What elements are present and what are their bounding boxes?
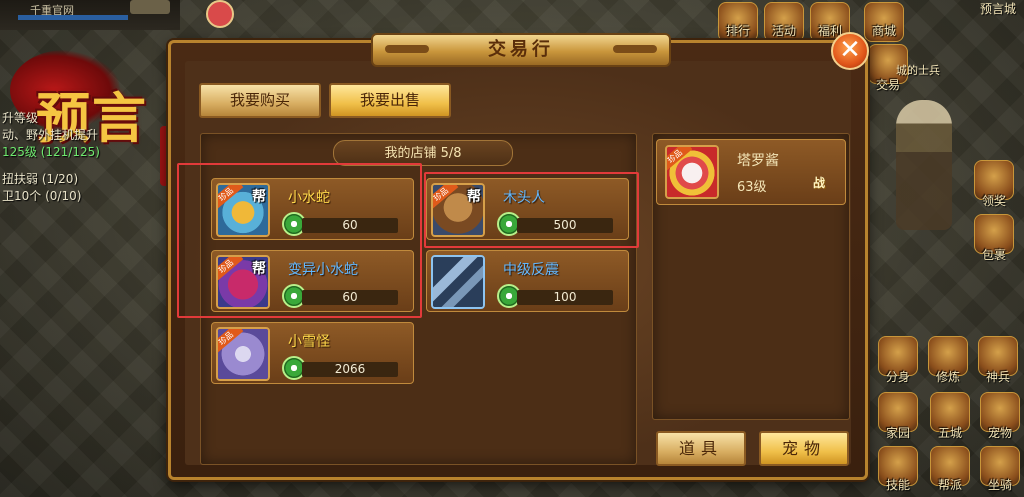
quest-line: 扭扶弱 (1/20): [2, 172, 79, 186]
water-snake-icon: 珍品 帮: [216, 183, 270, 237]
item-name: 中级反震: [503, 262, 559, 278]
menu-label: 技能: [885, 478, 910, 492]
item-price: 60: [302, 218, 398, 233]
menu-label: 修炼: [935, 370, 960, 384]
item-price: 500: [517, 218, 613, 233]
menu-label: 商城: [871, 24, 896, 38]
pet-card[interactable]: 珍品 塔罗酱 63级 战: [656, 139, 846, 205]
menu-label: 坐骑: [987, 478, 1012, 492]
tab-sell[interactable]: 我要出售: [329, 83, 451, 118]
pk-mode-badge[interactable]: [130, 0, 170, 14]
menu-label: 帮派: [937, 478, 962, 492]
menu-label: 宠物: [987, 426, 1012, 440]
wooden-man-icon: 珍品 帮: [431, 183, 485, 237]
quest-line: 动、野外挂机提升: [2, 128, 99, 142]
player-avatar[interactable]: [206, 0, 234, 28]
quest-progress: 125级 (121/125): [2, 145, 100, 159]
quest-line: 卫10个 (0/10): [2, 189, 82, 203]
item-name: 小雪怪: [288, 334, 330, 350]
item-name: 小水蛇: [288, 190, 330, 206]
quest-tracker[interactable]: 升等级 动、野外挂机提升 125级 (121/125) 扭扶弱 (1/20) 卫…: [0, 110, 165, 205]
clown-pet-icon: 珍品: [665, 145, 719, 199]
tab-pets[interactable]: 宠物: [759, 431, 849, 466]
dialog-title-bar: 交易行: [371, 33, 671, 67]
menu-label: 交易: [875, 78, 900, 92]
shop-item-card[interactable]: 珍品 帮 木头人 500: [426, 178, 629, 240]
shop-item-card[interactable]: 珍品 小雪怪 2066: [211, 322, 414, 384]
battle-status-badge: 战: [813, 176, 826, 190]
skill-book-icon: [431, 255, 485, 309]
shop-item-card[interactable]: 珍品 帮 小水蛇 60: [211, 178, 414, 240]
quest-line: 升等级: [2, 111, 39, 125]
item-price: 2066: [302, 362, 398, 377]
tab-buy[interactable]: 我要购买: [199, 83, 321, 118]
tab-props[interactable]: 道具: [656, 431, 746, 466]
close-button[interactable]: ✕: [831, 32, 869, 70]
mutant-water-snake-icon: 珍品 帮: [216, 255, 270, 309]
item-price: 100: [517, 290, 613, 305]
item-price: 60: [302, 290, 398, 305]
hp-bar: [18, 15, 128, 20]
shop-title: 我的店铺 5/8: [333, 140, 513, 166]
menu-label: 分身: [885, 370, 910, 384]
yeti-icon: 珍品: [216, 327, 270, 381]
pet-name: 塔罗酱: [737, 153, 779, 169]
pet-level: 63级: [737, 180, 767, 195]
menu-label: 五城: [937, 426, 962, 440]
guild-badge: 帮: [467, 189, 481, 205]
npc-label: 城的士兵: [896, 64, 940, 77]
menu-label: 家园: [885, 426, 910, 440]
menu-label: 神兵: [985, 370, 1010, 384]
menu-label: 活动: [771, 24, 796, 38]
guild-badge: 帮: [252, 189, 266, 205]
menu-label: 排行: [725, 24, 750, 38]
item-name: 木头人: [503, 190, 545, 206]
shop-item-card[interactable]: 中级反震 100: [426, 250, 629, 312]
map-name: 预言城: [980, 2, 1017, 16]
menu-label: 领奖: [981, 194, 1006, 208]
dialog-title: 交易行: [488, 39, 554, 60]
npc-soldier[interactable]: [896, 100, 952, 230]
item-name: 变异小水蛇: [288, 262, 358, 278]
guild-badge: 帮: [252, 261, 266, 277]
menu-label: 包裹: [981, 248, 1006, 262]
shop-item-card[interactable]: 珍品 帮 变异小水蛇 60: [211, 250, 414, 312]
